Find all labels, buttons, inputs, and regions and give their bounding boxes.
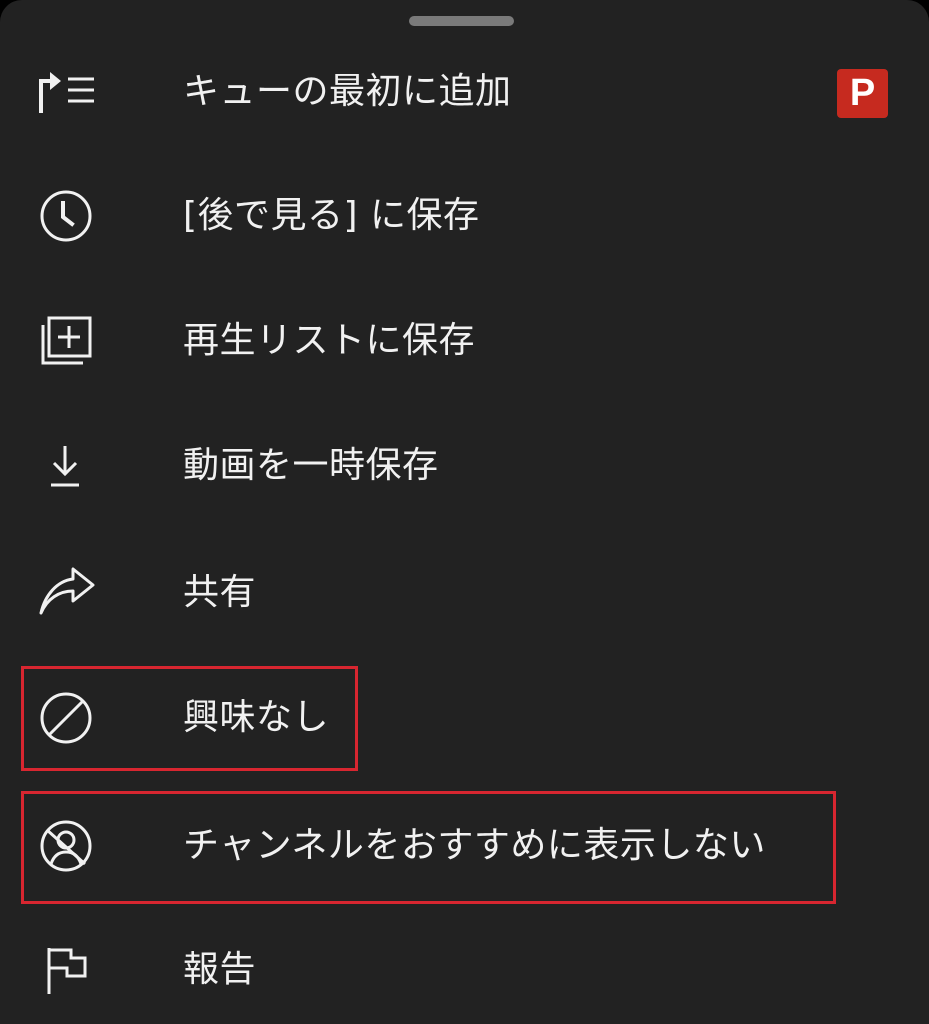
drag-handle[interactable] xyxy=(409,16,514,26)
dont-recommend-channel-icon xyxy=(37,820,97,872)
menu-item-label: キューの最初に追加 xyxy=(183,71,512,112)
menu-item-label: チャンネルをおすすめに表示しない xyxy=(183,825,766,866)
menu-item-label: 再生リストに保存 xyxy=(183,320,476,361)
menu-item-label: 動画を一時保存 xyxy=(183,445,439,486)
add-to-playlist-icon xyxy=(37,315,97,367)
menu-item-share[interactable]: 共有 xyxy=(0,543,929,643)
menu-item-play-next-in-queue[interactable]: キューの最初に追加 xyxy=(0,42,929,142)
download-icon xyxy=(37,440,97,492)
menu-item-download-video[interactable]: 動画を一時保存 xyxy=(0,416,929,516)
menu-item-dont-recommend-channel[interactable]: チャンネルをおすすめに表示しない xyxy=(0,796,929,896)
menu-item-save-to-watch-later[interactable]: [後で見る] に保存 xyxy=(0,166,929,266)
not-interested-icon xyxy=(37,692,97,744)
menu-item-save-to-playlist[interactable]: 再生リストに保存 xyxy=(0,291,929,391)
clock-icon xyxy=(37,190,97,242)
menu-item-report[interactable]: 報告 xyxy=(0,920,929,1020)
menu-item-label: 興味なし xyxy=(183,697,330,738)
menu-item-label: 報告 xyxy=(183,949,257,990)
flag-icon xyxy=(37,944,97,996)
menu-item-label: [後で見る] に保存 xyxy=(183,195,480,236)
play-next-queue-icon xyxy=(37,66,97,118)
menu-item-not-interested[interactable]: 興味なし xyxy=(0,668,929,768)
menu-item-label: 共有 xyxy=(183,572,257,613)
share-icon xyxy=(37,567,97,619)
bottom-sheet-menu: P キューの最初に追加 [後で見る] に保存 再生リストに保存 動画を一時保存 … xyxy=(0,0,929,1024)
